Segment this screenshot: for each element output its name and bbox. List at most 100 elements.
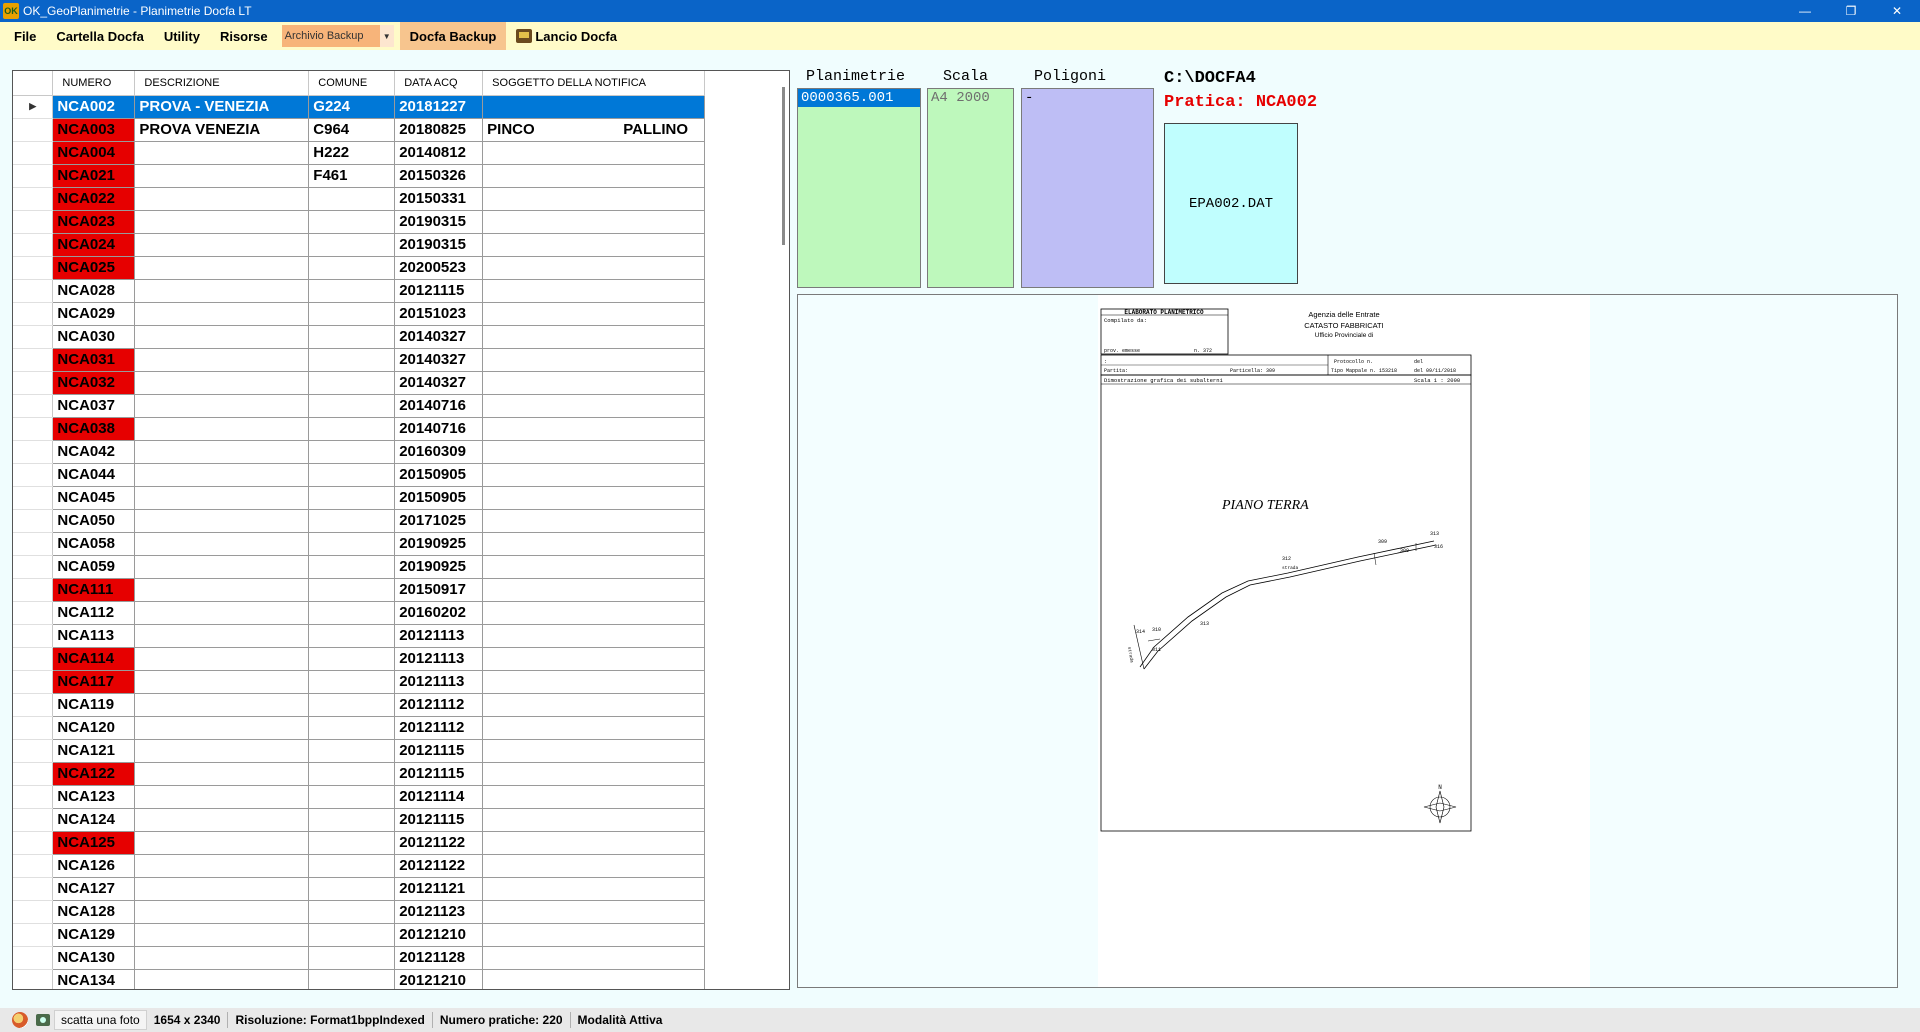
planimetria-preview[interactable]: ELABORATO PLANIMETRICO Compilato da: pro…: [797, 294, 1898, 988]
row-indicator[interactable]: [13, 877, 54, 901]
cell-data-acq[interactable]: 20121128: [394, 946, 484, 970]
cell-descrizione[interactable]: [134, 279, 310, 303]
cell-data-acq[interactable]: 20140716: [394, 417, 484, 441]
table-row[interactable]: NCA032 20140327: [13, 371, 705, 395]
table-row[interactable]: NCA029 20151023: [13, 302, 705, 326]
cell-numero[interactable]: NCA113: [52, 624, 136, 648]
cell-comune[interactable]: [308, 854, 396, 878]
planimetrie-list[interactable]: 0000365.001: [797, 88, 921, 288]
cell-data-acq[interactable]: 20121112: [394, 716, 484, 740]
cell-data-acq[interactable]: 20171025: [394, 509, 484, 533]
row-indicator[interactable]: [13, 532, 54, 556]
cell-comune[interactable]: [308, 785, 396, 809]
row-indicator[interactable]: [13, 762, 54, 786]
table-row[interactable]: NCA128 20121123: [13, 900, 705, 924]
table-row[interactable]: NCA042 20160309: [13, 440, 705, 464]
cell-comune[interactable]: [308, 210, 396, 234]
cell-soggetto[interactable]: [482, 210, 705, 234]
cell-data-acq[interactable]: 20121115: [394, 279, 484, 303]
cell-comune[interactable]: [308, 877, 396, 901]
row-indicator[interactable]: [13, 900, 54, 924]
cell-soggetto[interactable]: [482, 900, 705, 924]
table-row[interactable]: NCA045 20150905: [13, 486, 705, 510]
table-row[interactable]: NCA003 PROVA VENEZIA C964 20180825 PINCO PALL…: [13, 118, 705, 142]
cell-comune[interactable]: [308, 348, 396, 372]
row-indicator[interactable]: [13, 325, 54, 349]
cell-descrizione[interactable]: [134, 785, 310, 809]
cell-comune[interactable]: [308, 463, 396, 487]
table-row[interactable]: NCA004 H222 20140812: [13, 141, 705, 165]
cell-numero[interactable]: NCA125: [52, 831, 136, 855]
cell-comune[interactable]: [308, 969, 396, 989]
cell-data-acq[interactable]: 20121112: [394, 693, 484, 717]
cell-numero[interactable]: NCA128: [52, 900, 136, 924]
cell-descrizione[interactable]: [134, 256, 310, 280]
cell-soggetto[interactable]: [482, 969, 705, 989]
cell-soggetto[interactable]: [482, 95, 705, 119]
table-row[interactable]: NCA037 20140716: [13, 394, 705, 418]
cell-numero[interactable]: NCA042: [52, 440, 136, 464]
row-indicator[interactable]: [13, 693, 54, 717]
cell-soggetto[interactable]: [482, 693, 705, 717]
cell-soggetto[interactable]: [482, 394, 705, 418]
cell-soggetto[interactable]: [482, 831, 705, 855]
cell-numero[interactable]: NCA003: [52, 118, 136, 142]
cell-comune[interactable]: [308, 601, 396, 625]
cell-comune[interactable]: [308, 233, 396, 257]
cell-descrizione[interactable]: [134, 716, 310, 740]
row-indicator[interactable]: [13, 555, 54, 579]
cell-soggetto[interactable]: [482, 555, 705, 579]
cell-descrizione[interactable]: [134, 900, 310, 924]
cell-comune[interactable]: [308, 486, 396, 510]
row-indicator[interactable]: [13, 578, 54, 602]
cell-data-acq[interactable]: 20190925: [394, 532, 484, 556]
cell-numero[interactable]: NCA059: [52, 555, 136, 579]
cell-descrizione[interactable]: [134, 739, 310, 763]
cell-soggetto[interactable]: [482, 141, 705, 165]
cell-numero[interactable]: NCA023: [52, 210, 136, 234]
cell-soggetto[interactable]: [482, 946, 705, 970]
cell-soggetto[interactable]: [482, 302, 705, 326]
cell-comune[interactable]: [308, 279, 396, 303]
row-indicator[interactable]: [13, 164, 54, 188]
row-indicator[interactable]: [13, 946, 54, 970]
menu-docfa-backup[interactable]: Docfa Backup: [399, 22, 507, 50]
row-indicator[interactable]: [13, 118, 54, 142]
menu-file[interactable]: File: [0, 22, 46, 50]
cell-data-acq[interactable]: 20140327: [394, 348, 484, 372]
table-row[interactable]: NCA113 20121113: [13, 624, 705, 648]
menu-cartella-docfa[interactable]: Cartella Docfa: [46, 22, 153, 50]
cell-comune[interactable]: F461: [308, 164, 396, 188]
table-row[interactable]: NCA031 20140327: [13, 348, 705, 372]
cell-data-acq[interactable]: 20121210: [394, 923, 484, 947]
cell-numero[interactable]: NCA122: [52, 762, 136, 786]
cell-descrizione[interactable]: [134, 164, 310, 188]
cell-soggetto[interactable]: [482, 923, 705, 947]
close-button[interactable]: ✕: [1874, 0, 1920, 22]
pratiche-grid[interactable]: NUMERO DESCRIZIONE COMUNE DATA ACQ SOGGE…: [12, 70, 790, 990]
cell-data-acq[interactable]: 20150905: [394, 463, 484, 487]
row-indicator[interactable]: [13, 831, 54, 855]
row-indicator[interactable]: [13, 785, 54, 809]
cell-descrizione[interactable]: [134, 532, 310, 556]
cell-comune[interactable]: [308, 509, 396, 533]
dat-file-button[interactable]: EPA002.DAT: [1164, 123, 1298, 284]
row-indicator[interactable]: [13, 716, 54, 740]
table-row[interactable]: NCA120 20121112: [13, 716, 705, 740]
cell-soggetto[interactable]: [482, 417, 705, 441]
cell-numero[interactable]: NCA021: [52, 164, 136, 188]
cell-comune[interactable]: [308, 417, 396, 441]
cell-descrizione[interactable]: [134, 877, 310, 901]
cell-descrizione[interactable]: [134, 923, 310, 947]
cell-numero[interactable]: NCA022: [52, 187, 136, 211]
table-row[interactable]: NCA125 20121122: [13, 831, 705, 855]
cell-comune[interactable]: [308, 808, 396, 832]
cell-data-acq[interactable]: 20180825: [394, 118, 484, 142]
cell-data-acq[interactable]: 20121115: [394, 808, 484, 832]
palette-icon[interactable]: [12, 1012, 28, 1028]
row-indicator[interactable]: [13, 923, 54, 947]
cell-descrizione[interactable]: [134, 417, 310, 441]
header-comune[interactable]: COMUNE: [308, 71, 396, 96]
cell-data-acq[interactable]: 20190315: [394, 210, 484, 234]
row-indicator[interactable]: [13, 440, 54, 464]
